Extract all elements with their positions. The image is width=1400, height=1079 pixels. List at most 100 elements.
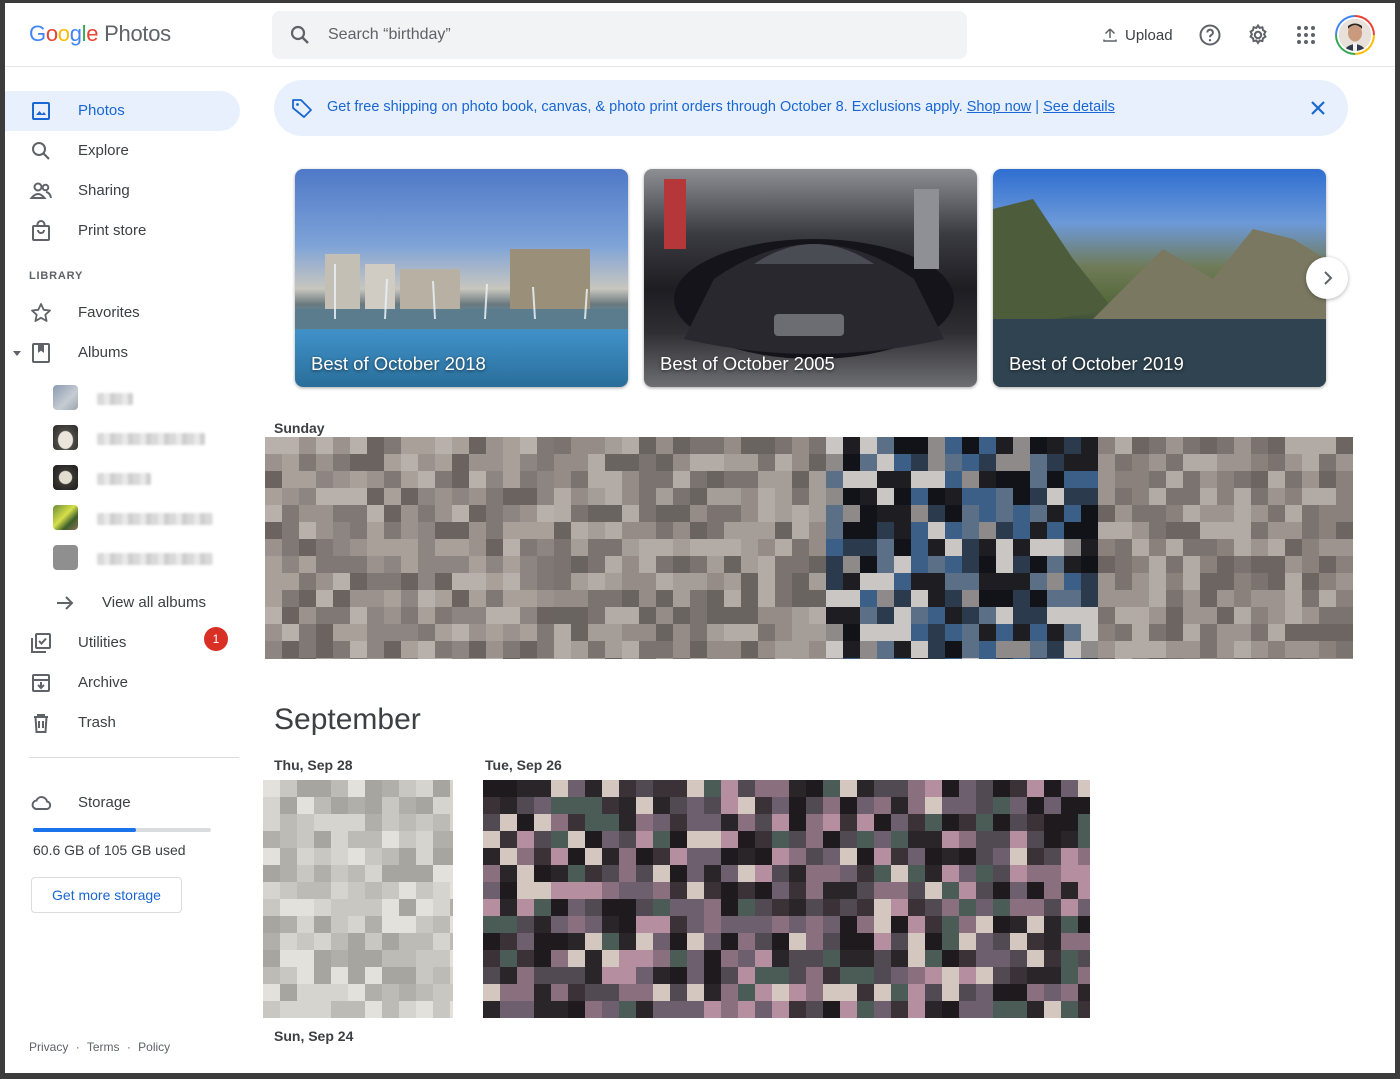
memory-card[interactable]: Best of October 2018 xyxy=(295,169,628,387)
policy-link[interactable]: Policy xyxy=(138,1040,170,1054)
nav-explore[interactable]: Explore xyxy=(5,131,240,171)
album-name-redacted xyxy=(97,473,151,485)
search-input[interactable]: Search “birthday” xyxy=(328,26,451,44)
library-heading: LIBRARY xyxy=(29,270,84,282)
shop-now-link[interactable]: Shop now xyxy=(967,99,1032,115)
nav-albums-label: Albums xyxy=(78,344,129,361)
search-icon xyxy=(32,142,50,160)
settings-gear-icon[interactable] xyxy=(1246,23,1270,47)
avatar-photo xyxy=(1339,19,1371,51)
nav-archive-label: Archive xyxy=(78,674,129,691)
upload-label: Upload xyxy=(1125,26,1173,44)
photo-row-sunday[interactable] xyxy=(265,437,1353,659)
terms-link[interactable]: Terms xyxy=(87,1040,120,1054)
chevron-right-icon xyxy=(1324,271,1333,285)
album-thumbnail xyxy=(53,425,78,450)
storage-usage-fill xyxy=(33,828,136,832)
nav-albums[interactable]: Albums xyxy=(5,333,240,373)
help-icon[interactable] xyxy=(1198,23,1222,47)
nav-utilities-label: Utilities xyxy=(78,634,127,651)
promo-message: Get free shipping on photo book, canvas,… xyxy=(327,99,963,115)
app-window: Google Photos Search “birthday” Upload Ph… xyxy=(5,3,1395,1073)
logo-product-name: Photos xyxy=(104,21,171,46)
people-icon xyxy=(29,182,52,199)
storage-usage-text: 60.6 GB of 105 GB used xyxy=(33,842,186,858)
footer-separator: · xyxy=(126,1040,131,1054)
get-more-storage-button[interactable]: Get more storage xyxy=(31,877,182,913)
album-item[interactable] xyxy=(53,465,243,493)
nav-storage-label: Storage xyxy=(78,794,131,811)
view-all-albums-label: View all albums xyxy=(102,594,206,611)
nav-favorites-label: Favorites xyxy=(78,304,140,321)
google-photos-logo[interactable]: Google Photos xyxy=(29,21,171,47)
pixelated-photo xyxy=(265,437,1353,659)
album-thumbnail xyxy=(53,385,78,410)
album-name-redacted xyxy=(97,553,213,565)
footer-links: Privacy · Terms · Policy xyxy=(29,1040,174,1054)
shopping-bag-icon xyxy=(32,220,50,241)
photo-thumbnail[interactable] xyxy=(263,780,453,1018)
tag-icon xyxy=(292,99,312,118)
view-all-albums-link[interactable]: View all albums xyxy=(5,583,240,623)
album-thumbnail xyxy=(53,545,78,570)
archive-icon xyxy=(32,674,50,692)
search-icon xyxy=(290,25,309,44)
nav-explore-label: Explore xyxy=(78,142,129,159)
logo-letter: G xyxy=(29,21,46,46)
album-name-redacted xyxy=(97,513,213,525)
album-item[interactable] xyxy=(53,425,243,453)
date-label-sep-28: Thu, Sep 28 xyxy=(274,757,353,773)
nav-print-store-label: Print store xyxy=(78,222,147,239)
apps-grid-icon[interactable] xyxy=(1294,23,1318,47)
logo-letter: g xyxy=(69,21,82,46)
album-item[interactable] xyxy=(53,385,243,413)
memory-card[interactable]: Best of October 2019 xyxy=(993,169,1326,387)
nav-photos[interactable]: Photos xyxy=(5,91,240,131)
album-item[interactable] xyxy=(53,505,243,533)
nav-storage[interactable]: Storage xyxy=(5,783,240,823)
privacy-link[interactable]: Privacy xyxy=(29,1040,68,1054)
promo-text: Get free shipping on photo book, canvas,… xyxy=(327,99,1115,115)
nav-favorites[interactable]: Favorites xyxy=(5,293,240,333)
nav-trash[interactable]: Trash xyxy=(5,703,240,743)
arrow-forward-icon xyxy=(57,596,74,610)
nav-print-store[interactable]: Print store xyxy=(5,211,240,251)
album-item[interactable] xyxy=(53,545,243,573)
storage-usage-bar xyxy=(33,828,211,832)
photo-icon xyxy=(32,102,50,120)
caret-down-icon[interactable] xyxy=(11,347,23,359)
nav-trash-label: Trash xyxy=(78,714,116,731)
close-icon[interactable] xyxy=(1306,96,1330,120)
see-details-link[interactable]: See details xyxy=(1043,99,1115,115)
utilities-notification-badge: 1 xyxy=(204,627,228,651)
album-icon xyxy=(32,343,50,363)
date-label-sunday: Sunday xyxy=(274,420,325,436)
date-label-sep-24: Sun, Sep 24 xyxy=(274,1028,354,1044)
photo-row-sep-26[interactable] xyxy=(483,780,1090,1018)
left-navigation: Photos Explore Sharing Print store LIBRA… xyxy=(5,67,255,1073)
logo-letter: o xyxy=(45,21,58,46)
upload-icon xyxy=(1103,28,1117,42)
google-wordmark: Google xyxy=(29,21,98,46)
pixelated-photo xyxy=(263,780,453,1018)
search-box[interactable]: Search “birthday” xyxy=(272,11,967,59)
nav-archive[interactable]: Archive xyxy=(5,663,240,703)
cloud-icon xyxy=(31,796,52,810)
top-bar: Google Photos Search “birthday” Upload xyxy=(5,3,1395,67)
album-name-redacted xyxy=(97,393,133,405)
utilities-checklist-icon xyxy=(31,633,51,653)
memory-title: Best of October 2019 xyxy=(1009,353,1184,374)
album-thumbnail xyxy=(53,465,78,490)
logo-letter: o xyxy=(57,21,70,46)
memory-card[interactable]: Best of October 2005 xyxy=(644,169,977,387)
account-avatar[interactable] xyxy=(1335,15,1375,55)
footer-separator: · xyxy=(75,1040,80,1054)
trash-icon xyxy=(34,714,48,733)
upload-button[interactable]: Upload xyxy=(1101,23,1173,47)
album-thumbnail xyxy=(53,505,78,530)
memories-next-button[interactable] xyxy=(1306,257,1348,299)
nav-sharing[interactable]: Sharing xyxy=(5,171,240,211)
pixelated-photo xyxy=(483,780,1090,1018)
memory-title: Best of October 2005 xyxy=(660,353,835,374)
promo-separator: | xyxy=(1035,99,1040,115)
